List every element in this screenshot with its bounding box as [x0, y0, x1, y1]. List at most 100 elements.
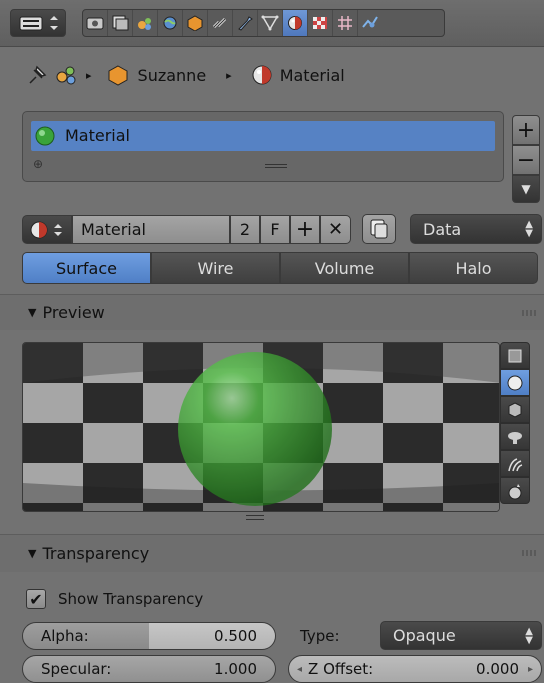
z-offset-label: Z Offset: — [308, 660, 374, 678]
browse-material-button[interactable] — [22, 215, 72, 244]
slot-specials-menu[interactable]: ▼ — [512, 175, 540, 203]
tab-volume[interactable]: Volume — [280, 252, 409, 284]
preview-shape-flat[interactable] — [500, 342, 530, 369]
fake-user-button[interactable]: F — [260, 215, 290, 244]
material-icon[interactable] — [283, 10, 308, 36]
plus-icon: + — [516, 117, 536, 143]
resize-handle[interactable] — [265, 164, 287, 168]
triangle-down-icon: ▼ — [28, 547, 37, 560]
panel-title: Transparency — [42, 544, 150, 563]
tab-surface[interactable]: Surface — [22, 252, 151, 284]
material-sphere-icon — [35, 126, 55, 146]
render-icon[interactable] — [83, 10, 108, 36]
preview-resize-handle[interactable] — [246, 515, 264, 520]
add-filter-icon[interactable]: ⊕ — [33, 157, 43, 171]
cube-icon — [508, 401, 522, 418]
sphere-icon — [507, 375, 523, 390]
preview-panel-header[interactable]: ▼ Preview — [0, 294, 544, 330]
drag-grip-icon[interactable] — [522, 550, 536, 556]
properties-editor-icon — [19, 16, 58, 31]
show-transparency-checkbox[interactable]: ✔ Show Transparency — [26, 589, 203, 609]
preview-render — [23, 343, 499, 511]
drag-grip-icon[interactable] — [522, 310, 536, 316]
tab-wire[interactable]: Wire — [151, 252, 280, 284]
link-mode-select[interactable]: Data ▲ ▼ — [410, 214, 542, 244]
user-count-button[interactable]: 2 — [230, 215, 260, 244]
chevron-right-icon: ▸ — [86, 68, 92, 82]
unlink-material-button[interactable]: ✕ — [320, 215, 351, 244]
list-item-label: Material — [65, 126, 130, 145]
new-material-button[interactable]: + — [290, 215, 320, 244]
panel-title: Preview — [42, 303, 105, 322]
tab-label: Volume — [314, 258, 375, 278]
plus-icon: + — [295, 217, 315, 242]
material-slot-list: Material ⊕ — [22, 111, 504, 182]
flat-plane-icon — [508, 349, 522, 362]
copy-material-button[interactable] — [362, 214, 396, 244]
particles-icon[interactable] — [333, 10, 358, 36]
fake-user-label: F — [270, 220, 280, 239]
chevron-left-icon[interactable]: ◂ — [297, 664, 302, 675]
preview-shape-hair[interactable] — [500, 450, 530, 477]
render-layers-icon[interactable] — [108, 10, 133, 36]
sphere-sky-icon — [508, 483, 522, 499]
triangle-down-icon: ▼ — [28, 306, 37, 319]
world-icon[interactable] — [158, 10, 183, 36]
alpha-label: Alpha: — [41, 627, 89, 645]
specular-label: Specular: — [41, 660, 112, 678]
remove-slot-button[interactable]: − — [512, 145, 540, 175]
updown-arrows-icon: ▲ ▼ — [525, 626, 533, 646]
scene-icon — [56, 66, 76, 85]
object-icon[interactable] — [183, 10, 208, 36]
specular-slider[interactable]: Specular: 1.000 — [22, 655, 276, 683]
hair-icon — [508, 457, 523, 471]
updown-arrows-icon: ▲ ▼ — [525, 219, 533, 239]
tab-label: Halo — [455, 258, 492, 278]
specular-value: 1.000 — [214, 660, 257, 678]
material-icon — [252, 65, 272, 85]
copy-icon — [370, 219, 388, 239]
material-name-field[interactable]: Material — [72, 215, 230, 244]
texture-icon[interactable] — [308, 10, 333, 36]
preview-shape-sphere-sky[interactable] — [500, 477, 530, 504]
link-mode-value: Data — [423, 219, 462, 239]
type-label: Type: — [300, 627, 340, 645]
checkbox-label: Show Transparency — [58, 590, 204, 608]
alpha-slider[interactable]: Alpha: 0.500 — [22, 622, 276, 650]
user-count: 2 — [239, 220, 251, 239]
minus-icon: − — [516, 147, 536, 173]
modifiers-icon[interactable] — [233, 10, 258, 36]
alpha-value: 0.500 — [214, 627, 257, 645]
z-offset-field[interactable]: ◂ Z Offset: 0.000 ▸ — [288, 655, 542, 683]
chevron-right-icon[interactable]: ▸ — [528, 664, 533, 675]
preview-shape-monkey[interactable] — [500, 423, 530, 450]
list-item[interactable]: Material — [31, 121, 495, 151]
material-name-text: Material — [81, 220, 146, 239]
checkbox-checked-icon: ✔ — [26, 589, 46, 609]
preview-shape-cube[interactable] — [500, 396, 530, 423]
preview-shape-sphere[interactable] — [500, 369, 530, 396]
material-icon — [30, 221, 62, 238]
transparency-type-select[interactable]: Opaque ▲ ▼ — [380, 621, 542, 650]
editor-type-selector[interactable] — [10, 9, 66, 37]
close-icon: ✕ — [327, 219, 344, 240]
z-offset-value: 0.000 — [476, 660, 519, 678]
tab-label: Surface — [56, 258, 117, 278]
chevron-down-icon: ▼ — [521, 182, 531, 196]
transparency-panel-header[interactable]: ▼ Transparency — [0, 534, 544, 572]
tab-halo[interactable]: Halo — [409, 252, 538, 284]
monkey-icon — [508, 431, 522, 444]
add-slot-button[interactable]: + — [512, 115, 540, 145]
scene-icon[interactable] — [133, 10, 158, 36]
breadcrumb: ▸ Suzanne ▸ Material — [26, 58, 345, 92]
chevron-right-icon: ▸ — [226, 68, 232, 82]
physics-icon[interactable] — [358, 10, 382, 36]
properties-header — [0, 0, 544, 47]
breadcrumb-object-label: Suzanne — [137, 65, 207, 85]
type-value: Opaque — [393, 626, 456, 645]
pin-icon[interactable] — [26, 64, 48, 86]
data-icon[interactable] — [258, 10, 283, 36]
context-tabs — [82, 9, 445, 37]
tab-label: Wire — [197, 258, 234, 278]
constraints-icon[interactable] — [208, 10, 233, 36]
